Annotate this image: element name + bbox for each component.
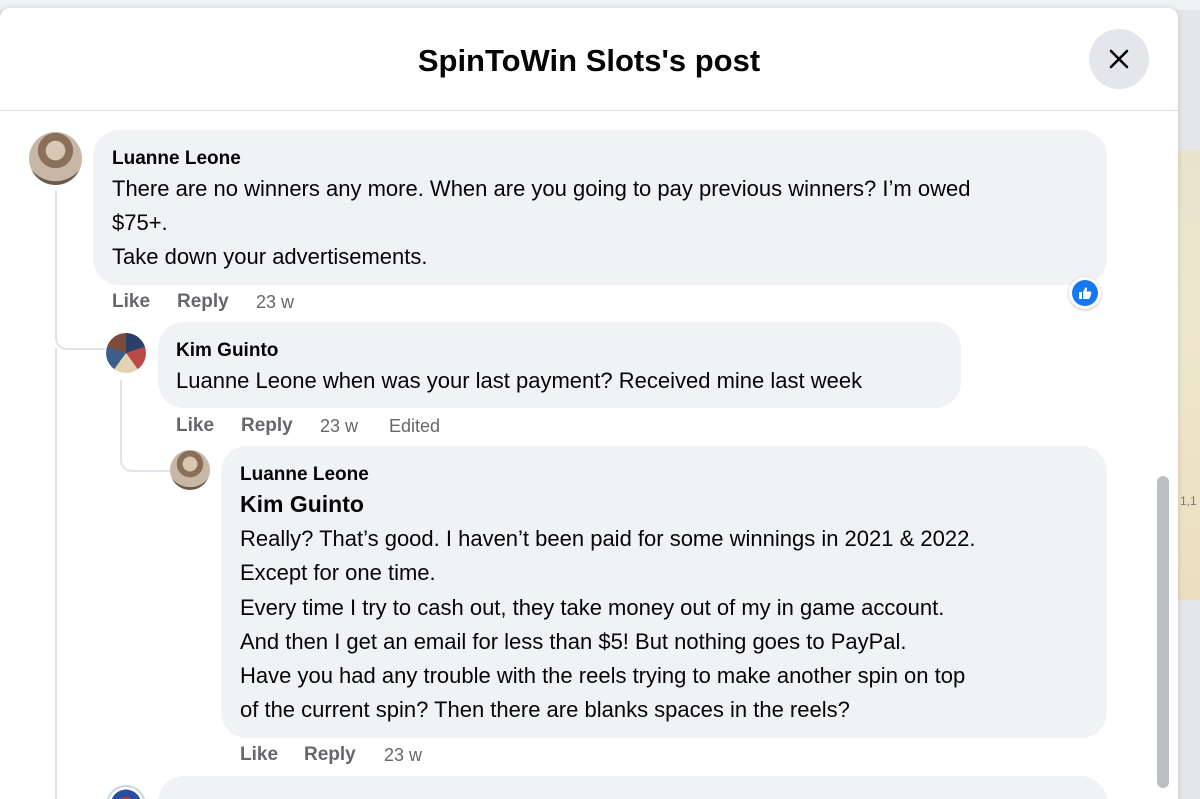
close-button[interactable] [1089,29,1149,89]
post-dialog: SpinToWin Slots's post Luanne Leone Ther… [0,8,1178,799]
comment-text: of the current spin? Then there are blan… [240,697,850,722]
comment-author[interactable]: Luanne Leone [240,464,369,486]
comment-text: Have you had any trouble with the reels … [240,663,966,688]
dialog-header: SpinToWin Slots's post [0,8,1178,111]
reply-button[interactable]: Reply [241,415,293,437]
comment-text: $75+. [112,210,168,235]
comment-timestamp[interactable]: 23 w [256,292,294,313]
comment-text: Except for one time. [240,560,436,585]
thread-line [55,348,57,799]
avatar[interactable] [106,785,146,799]
comment-author[interactable]: Luanne Leone [112,148,241,170]
thumbs-up-icon [1079,287,1092,299]
reply-button[interactable]: Reply [177,291,229,313]
background-page-text: 1,1 [1180,494,1197,508]
like-reaction-badge[interactable] [1069,277,1101,309]
comment-text: Take down your advertisements. [112,244,428,269]
comment-text: Every time I try to cash out, they take … [240,595,945,620]
reply-button[interactable]: Reply [304,744,356,766]
comment-text: And then I get an email for less than $5… [240,629,907,654]
background-page-edge [1178,150,1200,600]
like-button[interactable]: Like [112,291,150,313]
comment-text: There are no winners any more. When are … [112,176,971,201]
comment-text: Luanne Leone when was your last payment?… [176,368,863,393]
like-button[interactable]: Like [240,744,278,766]
comment-timestamp[interactable]: 23 w [384,745,422,766]
scrollbar-thumb[interactable] [1157,476,1169,788]
comment-bubble [158,322,961,408]
avatar[interactable] [170,450,210,490]
like-button[interactable]: Like [176,415,214,437]
close-icon [1109,49,1129,69]
mention-link[interactable]: Kim Guinto [240,491,364,518]
comment-author[interactable]: Kim Guinto [176,340,278,362]
avatar[interactable] [106,333,146,373]
comment-text: Really? That’s good. I haven’t been paid… [240,526,976,551]
comment-timestamp[interactable]: 23 w [320,416,358,437]
comment-bubble [158,776,1107,799]
avatar[interactable] [29,132,82,185]
edited-label[interactable]: Edited [389,416,440,437]
dialog-title: SpinToWin Slots's post [417,43,761,78]
comment-bubble [221,446,1107,738]
